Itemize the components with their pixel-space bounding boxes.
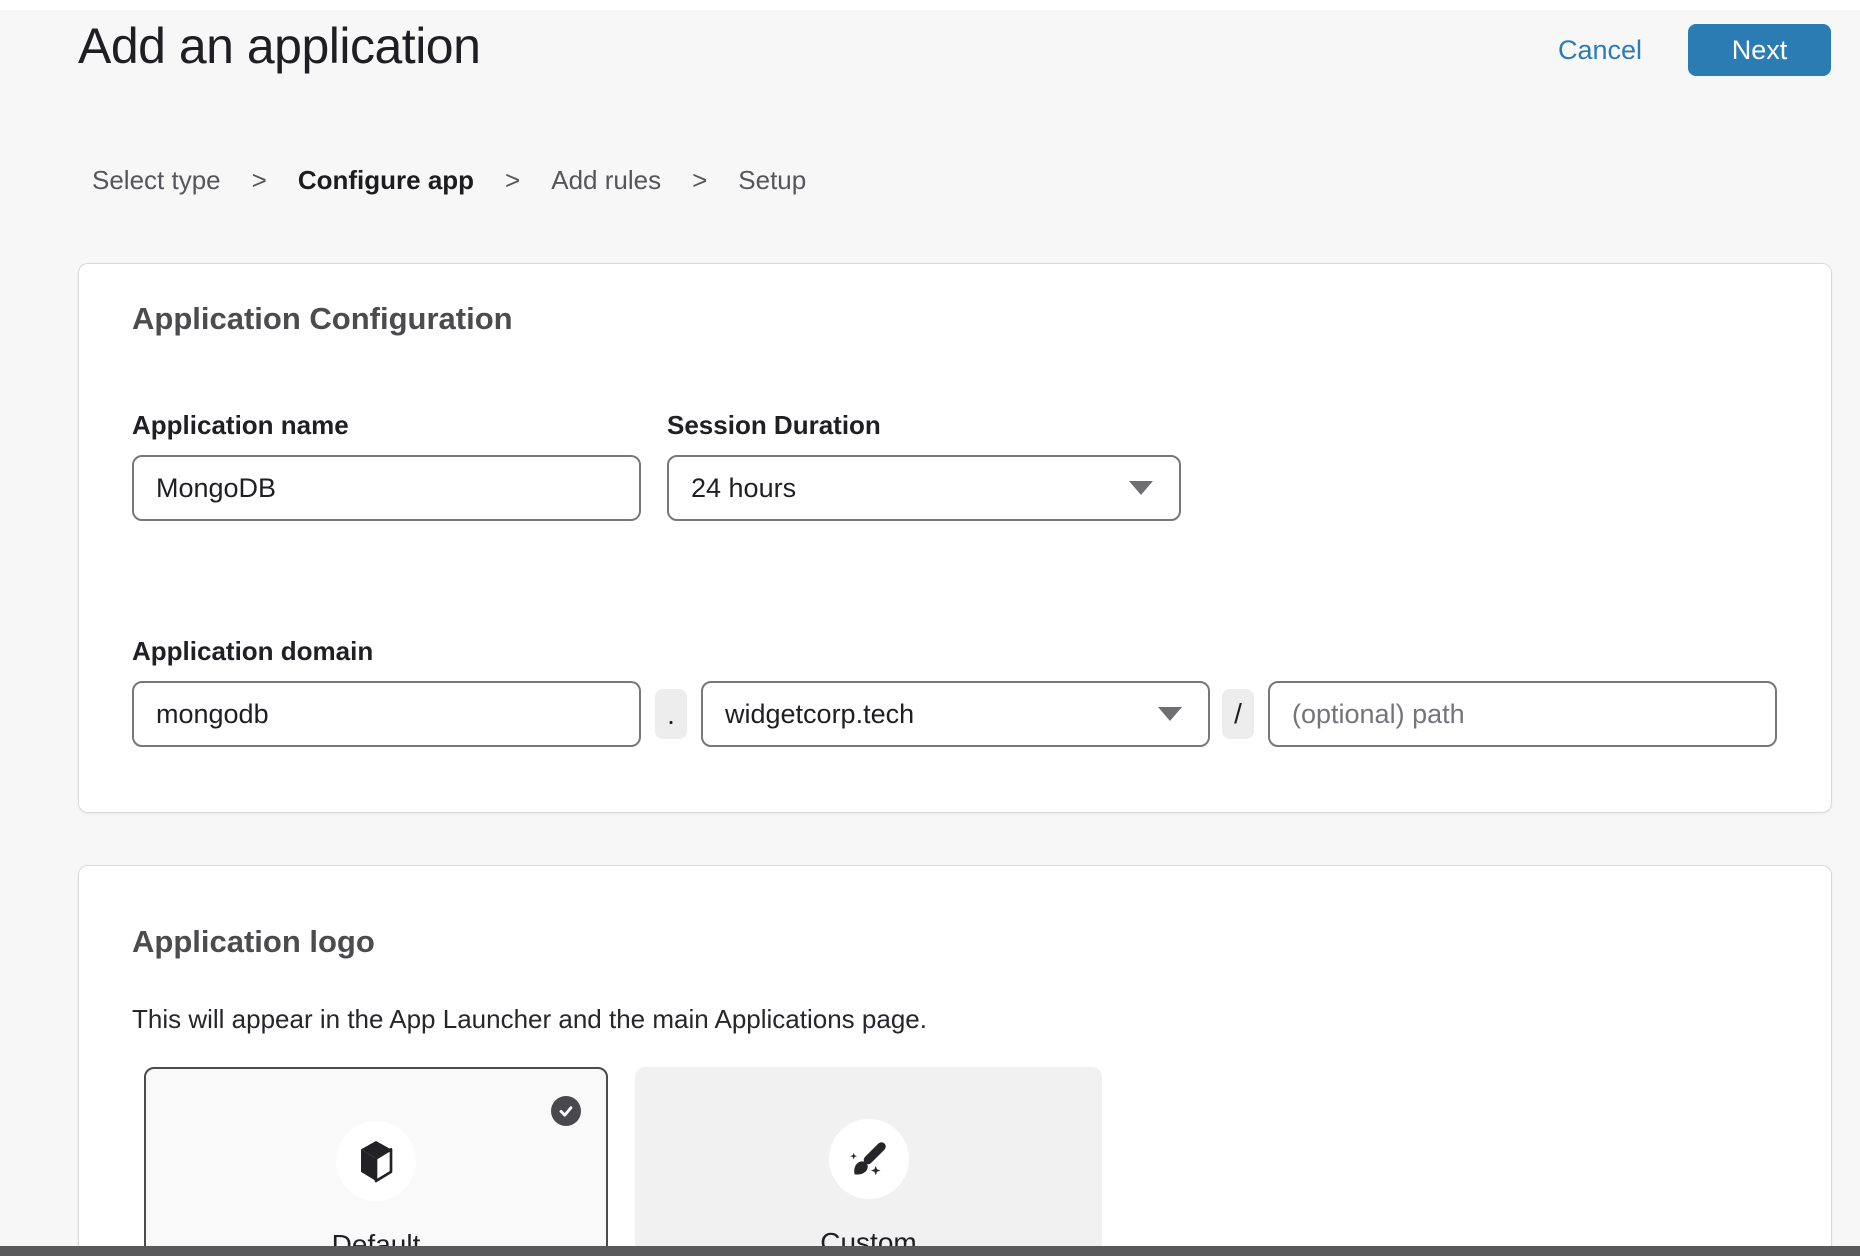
session-duration-label: Session Duration [667,410,881,441]
chevron-separator: > [252,165,267,196]
step-configure-app[interactable]: Configure app [298,165,474,196]
next-button[interactable]: Next [1688,24,1831,76]
section-heading: Application Configuration [132,301,513,337]
chevron-separator: > [692,165,707,196]
logo-option-default[interactable]: Default [144,1067,608,1256]
chevron-down-icon [1129,481,1153,495]
logo-option-custom[interactable]: Custom [635,1067,1102,1256]
chevron-down-icon [1158,707,1182,721]
application-logo-card: Application logo This will appear in the… [78,865,1832,1256]
subdomain-input[interactable] [132,681,641,747]
domain-value: widgetcorp.tech [725,699,914,730]
slash-separator: / [1222,689,1254,739]
session-duration-value: 24 hours [691,473,796,504]
chevron-separator: > [505,165,520,196]
breadcrumb: Select type > Configure app > Add rules … [92,163,806,197]
step-select-type[interactable]: Select type [92,165,221,196]
logo-description: This will appear in the App Launcher and… [132,1004,927,1035]
page-title: Add an application [78,16,480,76]
custom-logo-circle [829,1119,909,1199]
default-logo-circle [336,1121,416,1201]
dot-separator: . [655,689,687,739]
cancel-button[interactable]: Cancel [1558,35,1642,66]
header-actions: Cancel Next [1558,24,1831,76]
window-top-strip [0,0,1860,10]
bottom-scrollbar[interactable] [0,1246,1860,1256]
cube-icon [356,1139,396,1183]
check-icon [556,1101,576,1121]
application-name-label: Application name [132,410,349,441]
step-setup[interactable]: Setup [738,165,806,196]
paintbrush-icon [846,1136,892,1182]
section-heading: Application logo [132,924,375,960]
domain-select[interactable]: widgetcorp.tech [701,681,1210,747]
session-duration-select[interactable]: 24 hours [667,455,1181,521]
application-domain-label: Application domain [132,636,373,667]
application-name-input[interactable] [132,455,641,521]
application-configuration-card: Application Configuration Application na… [78,263,1832,813]
selected-check-badge [551,1096,581,1126]
path-input[interactable] [1268,681,1777,747]
step-add-rules[interactable]: Add rules [551,165,661,196]
